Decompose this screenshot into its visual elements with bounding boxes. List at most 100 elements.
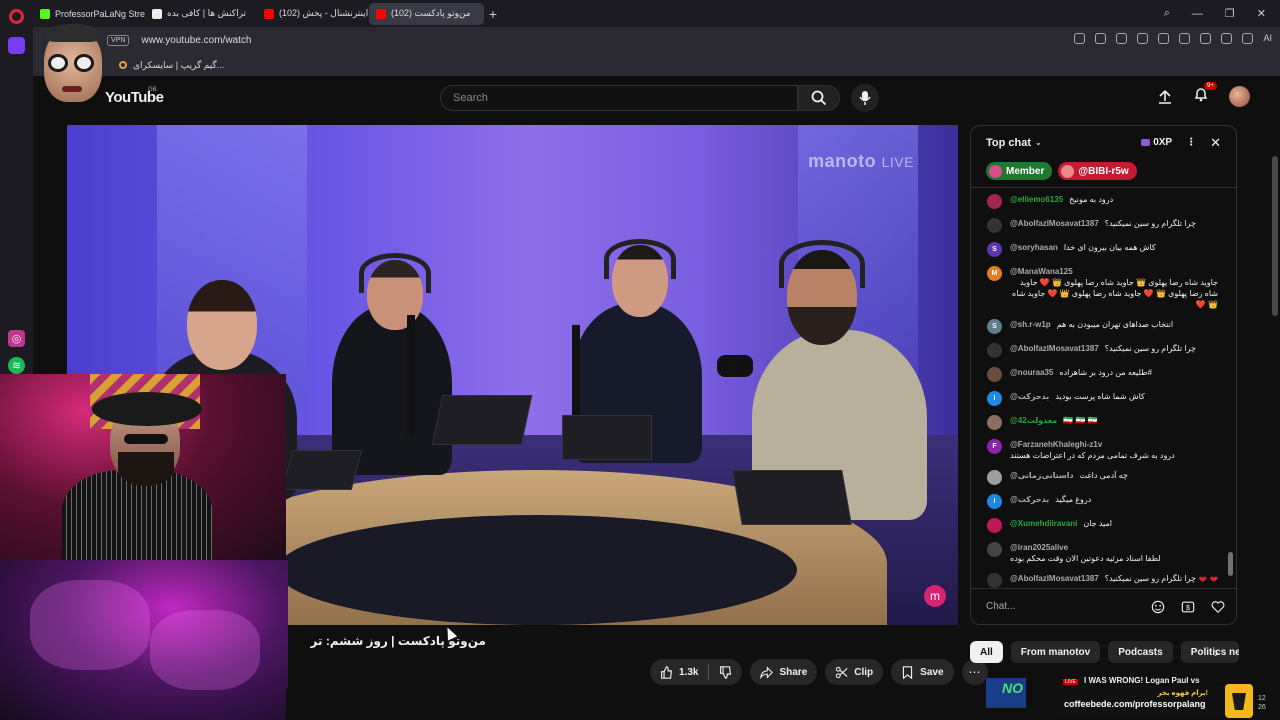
chat-author[interactable]: @داستانی‌زمانی: [1010, 470, 1074, 481]
tab-coffeebede[interactable]: تراکنش ها | کافی بده: [145, 3, 257, 25]
chat-avatar[interactable]: [987, 573, 1002, 588]
more-vert-icon[interactable]: ⋮: [1186, 137, 1196, 148]
coffee-cup-icon: [1225, 684, 1253, 718]
chat-avatar[interactable]: [987, 542, 1002, 557]
chat-text: امید جان: [1083, 519, 1112, 528]
search-button[interactable]: [798, 85, 840, 111]
chat-author[interactable]: @iran2025alive: [1010, 542, 1068, 553]
chat-input[interactable]: Chat...: [986, 595, 1136, 619]
aria-ai-button[interactable]: AI: [1263, 33, 1272, 44]
minimize-icon[interactable]: —: [1192, 8, 1203, 20]
super-chat-icon[interactable]: $: [1180, 599, 1196, 615]
share-button[interactable]: Share: [750, 659, 818, 685]
chat-avatar[interactable]: S: [987, 319, 1002, 334]
shield-icon[interactable]: [1116, 33, 1128, 44]
chat-author[interactable]: @AbolfazlMosavat1387: [1010, 218, 1099, 229]
chat-avatar[interactable]: [987, 518, 1002, 533]
url-field[interactable]: www.youtube.com/watch: [141, 35, 251, 46]
chat-author[interactable]: @AbolfazlMosavat1387: [1010, 343, 1099, 354]
opera-logo-icon[interactable]: [9, 9, 24, 24]
heart-icon[interactable]: [1158, 33, 1170, 44]
like-button[interactable]: 1.3k: [650, 659, 708, 685]
xp-badge[interactable]: 0XP: [1141, 137, 1172, 148]
member-chip[interactable]: Member: [986, 162, 1053, 180]
chat-author[interactable]: @Xumehdiiravani: [1010, 518, 1077, 529]
user-chip[interactable]: @BIBI-r5w: [1058, 162, 1137, 180]
chat-avatar[interactable]: I: [987, 391, 1002, 406]
avatar-glasses: [48, 54, 68, 72]
chat-author[interactable]: @soryhasan: [1010, 242, 1058, 253]
chat-avatar[interactable]: M: [987, 266, 1002, 281]
filter-from-manotov[interactable]: From manotov: [1010, 641, 1101, 663]
close-window-icon[interactable]: ✕: [1257, 7, 1266, 20]
new-tab-button[interactable]: +: [484, 6, 502, 22]
chat-author[interactable]: @ManaWana125: [1010, 266, 1073, 277]
chat-author[interactable]: @nouraa35: [1010, 367, 1053, 378]
chat-avatar[interactable]: S: [987, 242, 1002, 257]
search-input[interactable]: Search: [440, 85, 798, 111]
account-avatar[interactable]: [1229, 86, 1250, 107]
chat-avatar[interactable]: I: [987, 494, 1002, 509]
streamer-hat: [92, 392, 202, 426]
scroll-thumb[interactable]: [1272, 156, 1278, 316]
voice-search-button[interactable]: [851, 84, 879, 112]
close-icon[interactable]: ✕: [1210, 135, 1221, 151]
bookmark-item[interactable]: گیم گریپ | سایسکرای...: [133, 60, 224, 71]
chat-author[interactable]: @بدحرکت: [1010, 391, 1049, 402]
chat-text: چرا تلگرام رو سین نمیکنید؟: [1104, 574, 1196, 583]
chat-message-body: @داستانی‌زمانی چه آدمی داغت: [1010, 470, 1128, 481]
chat-author[interactable]: @FarzanehKhaleghi-z1v: [1010, 439, 1102, 450]
emoji-icon[interactable]: [1150, 599, 1166, 615]
maximize-icon[interactable]: ❐: [1225, 7, 1235, 20]
chat-avatar[interactable]: [987, 194, 1002, 209]
tab-iran-international[interactable]: (102) ایران اینترنشنال - پخش: [257, 3, 369, 25]
clip-button[interactable]: Clip: [825, 659, 884, 685]
save-button[interactable]: Save: [891, 659, 954, 685]
chat-author[interactable]: @elliemo6135: [1010, 194, 1063, 205]
dislike-button[interactable]: [709, 659, 742, 685]
chat-author[interactable]: @AbolfazlMosavat1387: [1010, 573, 1099, 584]
camera-icon[interactable]: [1095, 33, 1107, 44]
tab-manoto[interactable]: (102) من‌وتو پادکست: [369, 2, 484, 25]
workspace-icon[interactable]: [8, 37, 25, 54]
gem-icon: [1141, 139, 1151, 146]
chat-avatar[interactable]: [987, 343, 1002, 358]
page-icon: [152, 8, 162, 19]
page-scrollbar[interactable]: [1270, 76, 1280, 720]
chat-scrollbar[interactable]: [1228, 192, 1233, 590]
filter-all[interactable]: All: [970, 641, 1003, 663]
heart-icon[interactable]: [1210, 599, 1226, 615]
download-icon[interactable]: [1179, 33, 1191, 44]
chevron-right-icon[interactable]: ›: [1214, 644, 1219, 660]
profile-icon[interactable]: [1221, 33, 1233, 44]
menu-icon[interactable]: [1200, 33, 1212, 44]
streamer-beard: [118, 452, 174, 486]
recommended-title[interactable]: I WAS WRONG! Logan Paul vs: [1084, 676, 1200, 685]
chat-author[interactable]: @معدولت42: [1010, 415, 1057, 426]
chat-avatar[interactable]: [987, 415, 1002, 430]
spotify-icon[interactable]: ≋: [8, 357, 25, 374]
chat-message-body: @بدحرکت دروغ میگید: [1010, 494, 1091, 505]
chat-avatar[interactable]: [987, 367, 1002, 382]
chat-avatar[interactable]: [987, 218, 1002, 233]
extensions-icon[interactable]: [1242, 33, 1254, 44]
share-icon[interactable]: [1074, 33, 1086, 44]
chat-avatar[interactable]: [987, 470, 1002, 485]
send-icon[interactable]: [1137, 33, 1149, 44]
video-thumbnail[interactable]: NO: [986, 678, 1026, 708]
upload-icon[interactable]: [1157, 89, 1173, 105]
chat-author[interactable]: @sh.r-w1p: [1010, 319, 1051, 330]
chat-author[interactable]: @بدحرکت: [1010, 494, 1049, 505]
filter-politics[interactable]: Politics news: [1180, 641, 1239, 663]
filter-podcasts[interactable]: Podcasts: [1108, 641, 1173, 663]
chat-avatar[interactable]: F: [987, 439, 1002, 454]
thumbs-down-icon: [720, 665, 732, 679]
notifications-button[interactable]: 9+: [1193, 82, 1217, 107]
chat-mode-dropdown[interactable]: Top chat: [986, 137, 1031, 149]
instagram-icon[interactable]: ◎: [8, 330, 25, 347]
search-tabs-icon[interactable]: ⌕: [1164, 7, 1170, 20]
webcam-overlay: [0, 374, 286, 560]
chevron-down-icon[interactable]: ⌄: [1035, 138, 1042, 147]
scroll-thumb[interactable]: [1228, 552, 1233, 576]
vpn-badge[interactable]: VPN: [107, 35, 130, 46]
